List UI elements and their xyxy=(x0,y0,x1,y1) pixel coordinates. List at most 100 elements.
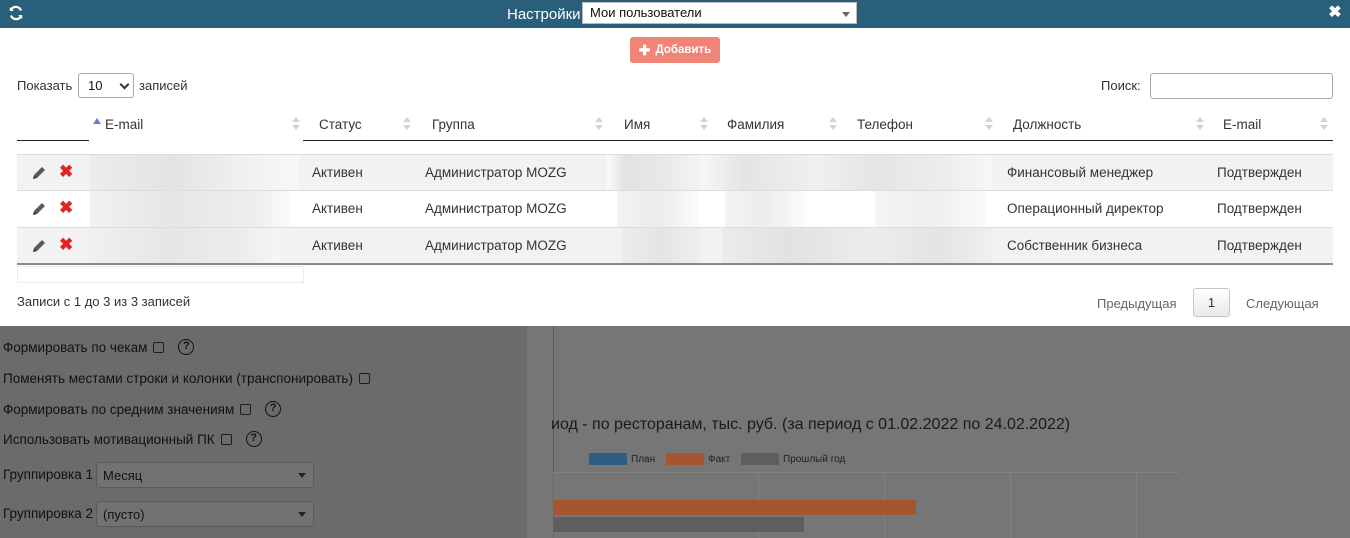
cell-group: Администратор MOZG xyxy=(425,238,567,253)
page-size-value: 10 xyxy=(88,78,103,93)
redacted-email xyxy=(90,155,299,191)
sort-asc-icon[interactable] xyxy=(93,118,101,124)
sort-icon[interactable] xyxy=(985,117,993,131)
sort-icon[interactable] xyxy=(292,117,300,131)
legend-plan-label: План xyxy=(631,453,656,465)
table-row: ✖ Активен Администратор MOZG Собственник… xyxy=(17,227,1333,264)
delete-icon[interactable]: ✖ xyxy=(59,234,73,256)
caret-down-icon xyxy=(298,512,306,517)
sort-icon[interactable] xyxy=(1196,117,1204,131)
cell-status: Активен xyxy=(312,165,363,180)
pencil-icon-svg xyxy=(33,240,45,252)
table-footer-border xyxy=(17,263,1333,265)
horizontal-scrollbar[interactable] xyxy=(17,266,304,283)
option-transpose-checkbox xyxy=(358,372,370,384)
sort-icon[interactable] xyxy=(700,117,708,131)
page-size-select[interactable]: 10 xyxy=(78,73,134,98)
caret-down-icon xyxy=(298,473,306,478)
add-button[interactable]: ✚ Добавить xyxy=(630,37,720,63)
pencil-icon[interactable] xyxy=(31,238,47,254)
cell-status: Активен xyxy=(312,238,363,253)
pagination-current-page[interactable]: 1 xyxy=(1193,288,1230,317)
view-select-value: Мои пользователи xyxy=(590,5,702,20)
option-averages-checkbox xyxy=(240,403,252,415)
chevron-down-icon xyxy=(119,79,130,90)
sort-icon[interactable] xyxy=(1320,117,1328,131)
header-last-name[interactable]: Фамилия xyxy=(727,108,784,141)
close-icon[interactable]: ✖ xyxy=(1327,4,1343,22)
search-input[interactable] xyxy=(1150,73,1333,99)
grid-line xyxy=(1136,472,1137,538)
table-row: ✖ Активен Администратор MOZG Операционны… xyxy=(17,190,1333,227)
view-select[interactable]: Мои пользователи xyxy=(582,2,857,24)
header-email[interactable]: E-mail xyxy=(105,108,143,141)
grouping1-select: Месяц xyxy=(96,462,314,488)
show-label: Показать xyxy=(17,78,73,93)
redacted-last-name-phone xyxy=(701,155,991,191)
cell-position: Финансовый менеджер xyxy=(1007,165,1154,180)
legend-last-year-label: Прошлый год xyxy=(783,453,846,465)
option-averages: Формировать по средним значениям ? xyxy=(3,399,282,419)
cell-email-status: Подтвержден xyxy=(1217,201,1302,216)
redacted-email xyxy=(90,191,290,227)
redacted-email xyxy=(90,228,280,264)
help-icon: ? xyxy=(178,339,195,355)
chart-title: иод - по ресторанам, тыс. руб. (за перио… xyxy=(551,416,1071,433)
header-first-name[interactable]: Имя xyxy=(624,108,650,141)
redacted-first-name xyxy=(622,228,702,264)
option-motivation: Использовать мотивационный ПК ? xyxy=(3,429,262,449)
help-icon: ? xyxy=(245,431,262,447)
legend-fact: Факт xyxy=(666,452,730,466)
pagination-previous[interactable]: Предыдущая xyxy=(1097,296,1177,311)
grouping2-label: Группировка 2 xyxy=(3,505,93,521)
sort-icon[interactable] xyxy=(403,117,411,131)
search-label: Поиск: xyxy=(1101,78,1141,93)
header-email-status[interactable]: E-mail xyxy=(1223,108,1261,141)
header-phone[interactable]: Телефон xyxy=(857,108,913,141)
sort-icon[interactable] xyxy=(595,117,603,131)
refresh-icon[interactable] xyxy=(8,5,24,21)
cell-group: Администратор MOZG xyxy=(425,201,567,216)
cell-status: Активен xyxy=(312,201,363,216)
grouping2-select: (пусто) xyxy=(96,501,314,527)
pencil-icon[interactable] xyxy=(31,201,47,217)
bar-fact xyxy=(553,500,916,515)
redacted-first-name xyxy=(617,191,697,227)
pagination-next[interactable]: Следующая xyxy=(1246,296,1319,311)
option-averages-label: Формировать по средним значениям xyxy=(3,401,235,417)
grouping2-value: (пусто) xyxy=(103,507,145,522)
header-position[interactable]: Должность xyxy=(1013,108,1081,141)
legend-last-year: Прошлый год xyxy=(741,452,845,466)
legend-plan: План xyxy=(589,452,655,466)
redacted-last-name xyxy=(725,191,805,227)
delete-icon[interactable]: ✖ xyxy=(59,161,73,183)
pencil-icon-svg xyxy=(33,167,45,179)
grouping1-label: Группировка 1 xyxy=(3,466,93,482)
grid-line xyxy=(554,472,1179,473)
legend-last-year-swatch xyxy=(741,453,779,465)
header-group[interactable]: Группа xyxy=(432,108,475,141)
cell-email-status: Подтвержден xyxy=(1217,165,1302,180)
cell-group: Администратор MOZG xyxy=(425,165,567,180)
redacted-first-name xyxy=(607,155,701,191)
redacted-phone xyxy=(875,191,985,227)
header-status[interactable]: Статус xyxy=(319,108,362,141)
delete-icon[interactable]: ✖ xyxy=(59,197,73,219)
bar-last-year xyxy=(553,517,804,532)
grid-line xyxy=(1010,472,1011,538)
cell-position: Операционный директор xyxy=(1007,201,1164,216)
pencil-icon[interactable] xyxy=(31,165,47,181)
sort-icon[interactable] xyxy=(829,117,837,131)
option-transpose: Поменять местами строки и колонки (транс… xyxy=(3,368,370,388)
help-icon: ? xyxy=(265,401,282,417)
option-by-receipts-checkbox xyxy=(153,341,165,353)
records-label: записей xyxy=(139,78,188,93)
grouping1-value: Месяц xyxy=(103,468,143,483)
option-by-receipts: Формировать по чекам ? xyxy=(3,337,195,357)
plus-icon: ✚ xyxy=(638,42,651,58)
legend-fact-swatch xyxy=(666,453,704,465)
table-info: Записи с 1 до 3 из 3 записей xyxy=(17,294,191,309)
pencil-icon-svg xyxy=(33,203,45,215)
redacted-last-name-phone xyxy=(722,228,992,264)
option-motivation-label: Использовать мотивационный ПК xyxy=(3,431,215,447)
